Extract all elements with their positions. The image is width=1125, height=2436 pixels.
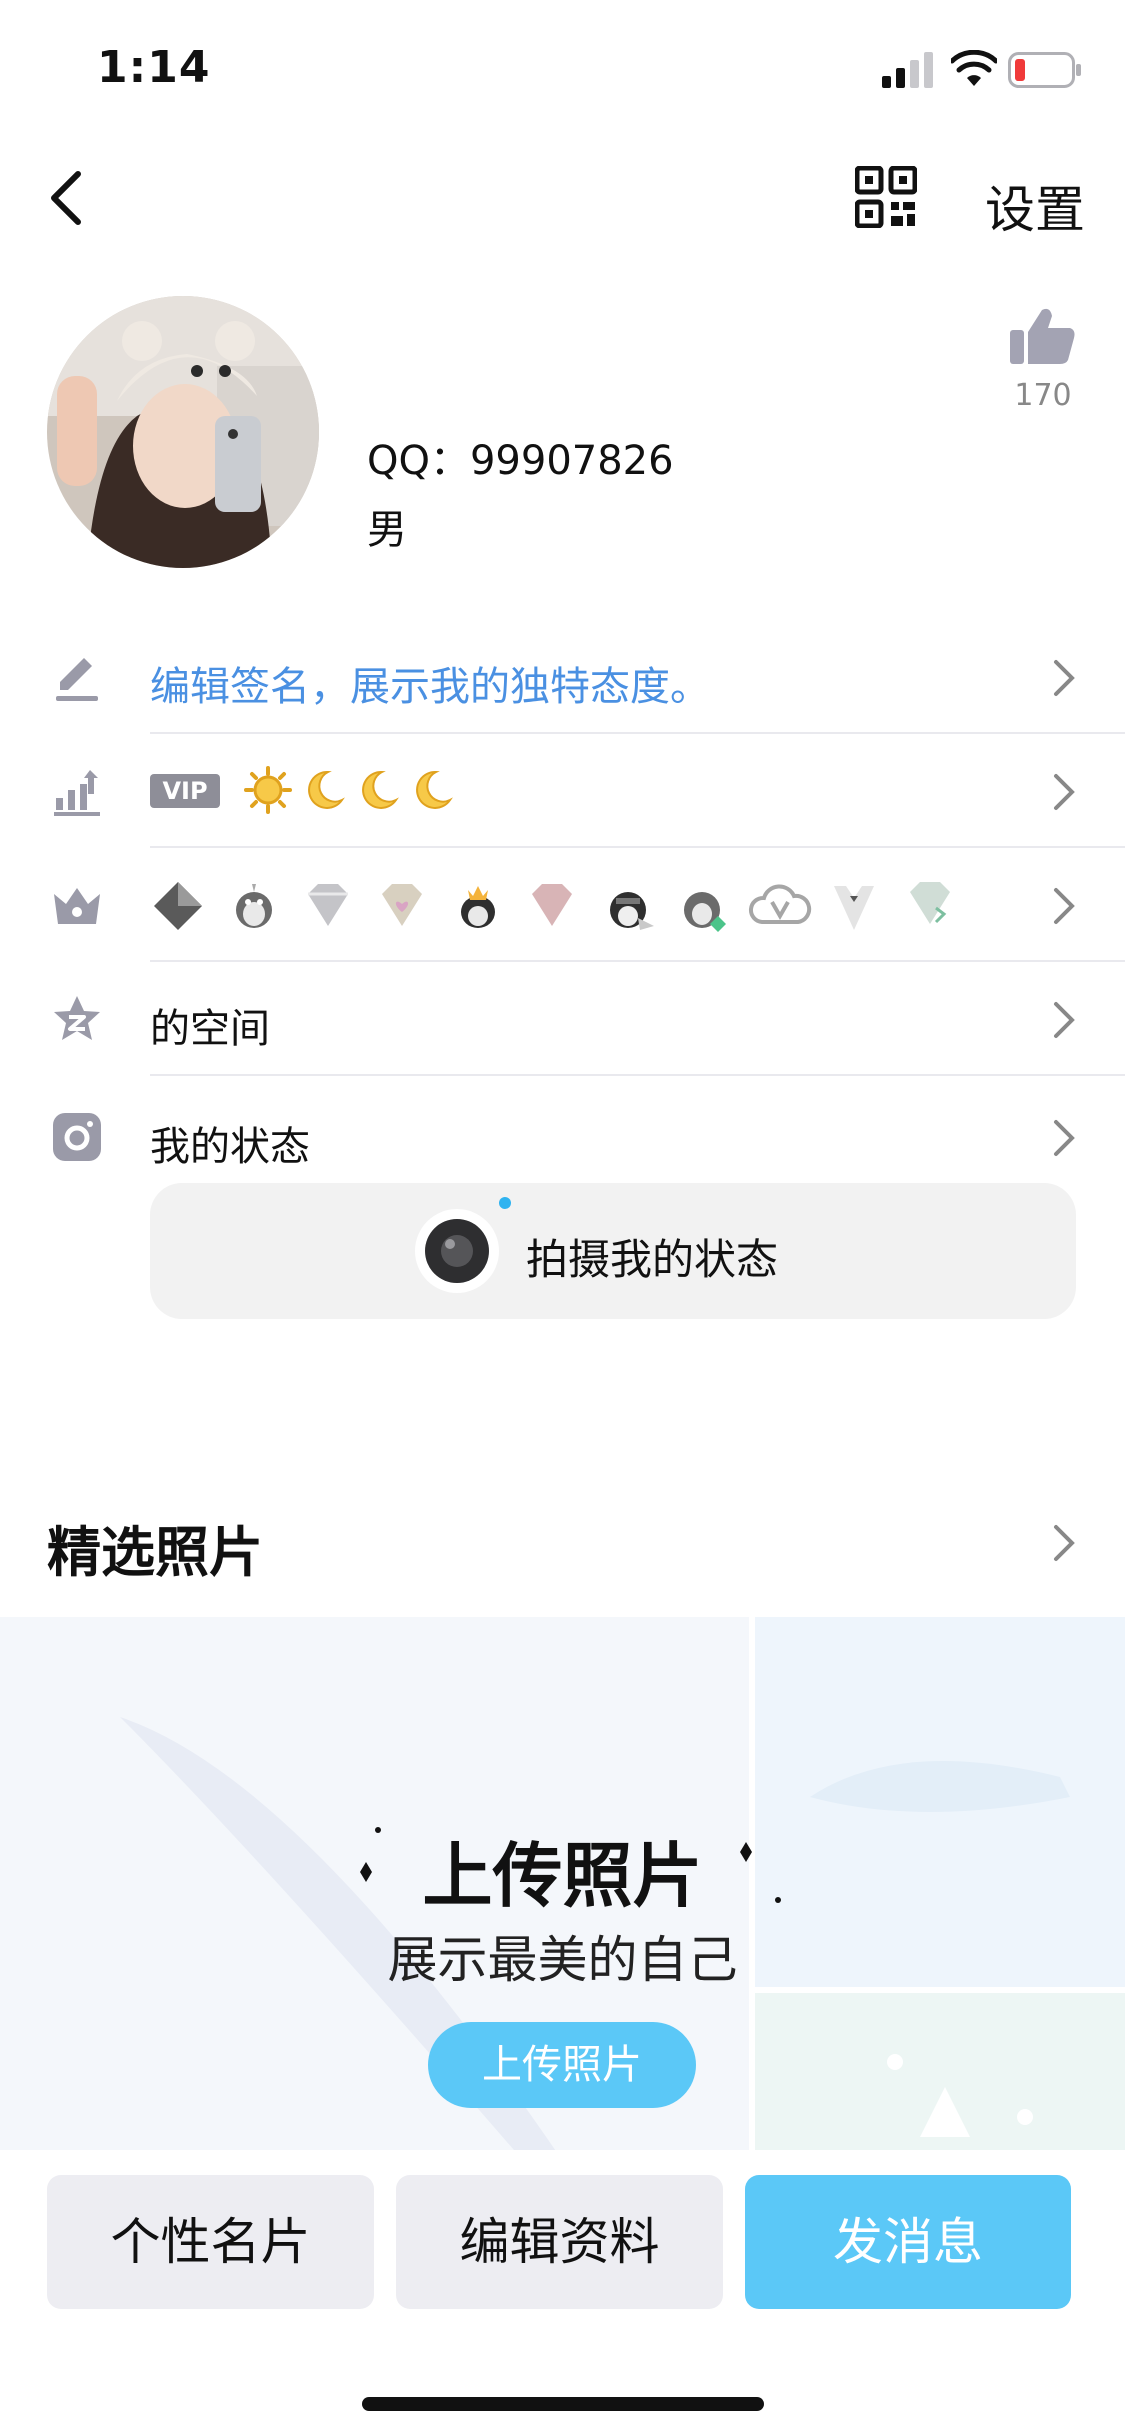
upload-photo-button[interactable]: 上传照片 xyxy=(428,2022,696,2108)
featured-photos-title[interactable]: 精选照片 xyxy=(47,1508,263,1587)
qzone-star-icon xyxy=(54,996,100,1040)
camera-lens-icon xyxy=(415,1209,499,1293)
chevron-right-icon[interactable] xyxy=(1052,1523,1076,1563)
signature-row[interactable]: 编辑签名，展示我的独特态度。 xyxy=(0,620,1125,734)
badge-diamond-pink-icon xyxy=(532,884,572,926)
sun-level-icon xyxy=(244,766,292,814)
badge-diamond-silver-icon xyxy=(308,884,348,926)
chevron-right-icon xyxy=(1054,1120,1075,1156)
badge-penguin-icon xyxy=(236,884,272,928)
vip-badge: VIP xyxy=(150,774,220,808)
status-time: 1:14 xyxy=(97,42,211,93)
badge-diamond-heart-icon xyxy=(382,884,422,926)
chevron-right-icon xyxy=(1054,888,1075,924)
instagram-camera-icon xyxy=(53,1113,101,1161)
settings-button[interactable]: 设置 xyxy=(985,170,1085,242)
badge-penguin-gem-icon xyxy=(684,892,726,932)
edit-profile-button[interactable]: 编辑资料 xyxy=(396,2175,723,2309)
crown-icon xyxy=(54,888,100,924)
my-status-label: 我的状态 xyxy=(150,1124,310,1170)
badge-tuxedo-icon xyxy=(834,886,874,930)
chevron-right-icon xyxy=(1054,660,1075,696)
vip-row[interactable]: VIP xyxy=(0,734,1125,848)
upload-photo-title: 上传照片 xyxy=(422,1835,703,1917)
thumbs-up-icon[interactable] xyxy=(1010,306,1076,366)
wifi-icon xyxy=(951,50,997,86)
home-indicator[interactable] xyxy=(362,2397,764,2411)
badge-penguin-crown-icon xyxy=(461,886,495,928)
badges-row[interactable] xyxy=(0,848,1125,962)
chevron-right-icon xyxy=(1054,1002,1075,1038)
upload-photo-subtitle: 展示最美的自己 xyxy=(387,1931,738,1989)
moon-level-icon xyxy=(416,770,453,809)
growth-chart-icon xyxy=(54,770,100,816)
moon-level-icon xyxy=(362,770,399,809)
notification-dot xyxy=(499,1197,511,1209)
chevron-left-icon[interactable] xyxy=(44,166,88,230)
qzone-label: 的空间 xyxy=(150,1006,270,1052)
qzone-row[interactable]: 的空间 xyxy=(0,962,1125,1076)
send-message-button[interactable]: 发消息 xyxy=(745,2175,1071,2309)
moon-level-icon xyxy=(308,770,345,809)
badge-diamond-dark-icon xyxy=(154,882,202,930)
qr-code-icon[interactable] xyxy=(855,166,917,228)
badge-penguin-glasses-icon xyxy=(610,892,654,930)
badge-diamond-green-icon xyxy=(910,882,950,924)
avatar[interactable] xyxy=(47,296,319,568)
chevron-right-icon xyxy=(1054,774,1075,810)
battery-icon xyxy=(1008,52,1081,88)
personal-card-button[interactable]: 个性名片 xyxy=(47,2175,374,2309)
avatar-photo xyxy=(47,296,319,568)
capture-status-label: 拍摄我的状态 xyxy=(526,1235,779,1284)
badge-cloud-v-icon xyxy=(749,884,812,924)
signature-text: 编辑签名，展示我的独特态度。 xyxy=(150,664,710,710)
like-count: 170 xyxy=(1014,378,1072,413)
cellular-signal-icon xyxy=(882,52,933,88)
gender-label: 男 xyxy=(367,507,407,553)
my-status-row[interactable]: 我的状态 xyxy=(0,1076,1125,1190)
pencil-icon xyxy=(56,658,98,701)
qq-number: QQ：99907826 xyxy=(367,438,674,484)
